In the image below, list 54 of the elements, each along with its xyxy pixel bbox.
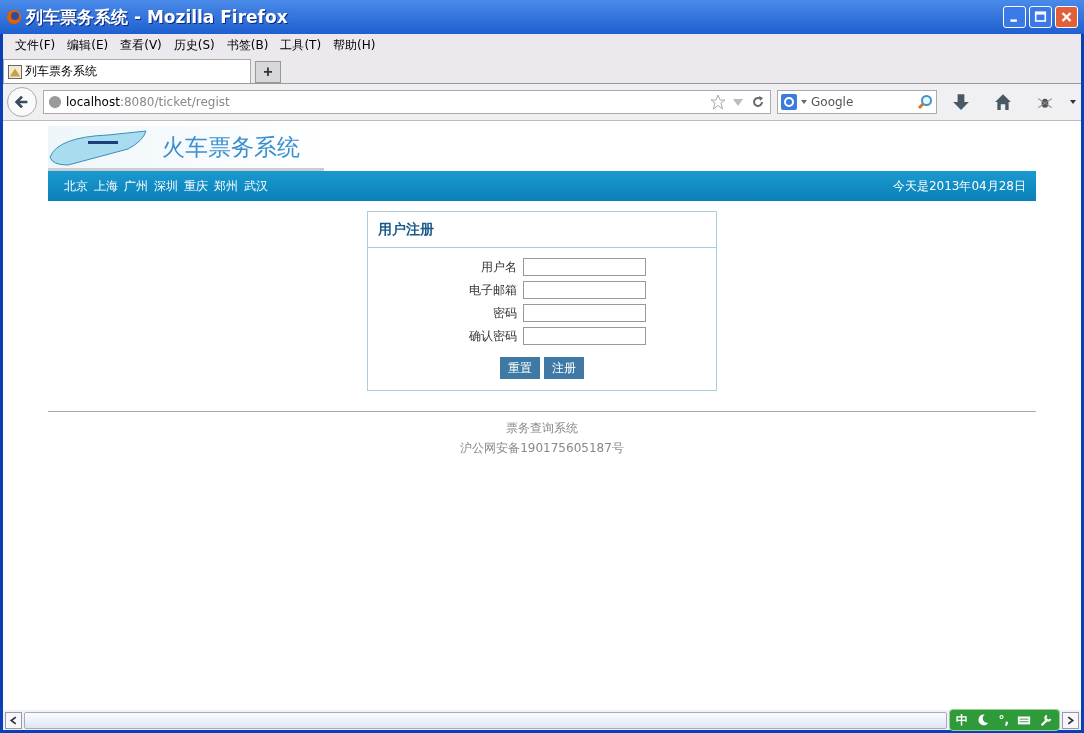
scroll-left-button[interactable]: [5, 711, 22, 729]
scroll-right-button[interactable]: [1062, 711, 1079, 729]
city-link[interactable]: 武汉: [244, 177, 268, 195]
menu-item[interactable]: 帮助(H): [327, 37, 382, 54]
ime-toolbar[interactable]: 中 °,: [949, 709, 1060, 731]
menu-item[interactable]: 文件(F): [9, 37, 62, 54]
city-link[interactable]: 郑州: [214, 177, 238, 195]
scroll-thumb[interactable]: [24, 711, 948, 729]
address-bar[interactable]: localhost:8080/ticket/regist: [43, 90, 771, 114]
back-button[interactable]: [7, 87, 37, 117]
city-link[interactable]: 北京: [64, 177, 88, 195]
horizontal-scrollbar[interactable]: 中 °,: [3, 710, 1081, 730]
input-field[interactable]: [522, 327, 646, 345]
punctuation-mode[interactable]: °,: [998, 713, 1009, 727]
ime-mode[interactable]: 中: [956, 711, 969, 729]
input-field[interactable]: [522, 258, 646, 276]
date-text: 今天是2013年04月28日: [892, 177, 1026, 195]
search-icon[interactable]: [917, 94, 933, 110]
field-label: 用户名: [479, 258, 517, 276]
footer-text: 票务查询系统: [506, 420, 578, 437]
input-field[interactable]: [522, 304, 646, 322]
field-label: 电子邮箱: [468, 281, 517, 299]
menu-item[interactable]: 工具(T): [274, 37, 328, 54]
url-text: localhost:8080/ticket/regist: [66, 95, 231, 109]
menu-item[interactable]: 编辑(E): [61, 37, 115, 54]
city-link[interactable]: 上海: [94, 177, 118, 195]
new-tab-button[interactable]: +: [255, 61, 281, 83]
footer-text: 沪公网安备190175605187号: [460, 440, 624, 457]
reload-icon[interactable]: [750, 94, 766, 110]
dropdown-icon[interactable]: [1069, 98, 1077, 106]
menu-item[interactable]: 查看(V): [114, 37, 168, 54]
city-link[interactable]: 重庆: [184, 177, 208, 195]
download-icon[interactable]: [952, 93, 970, 111]
field-label: 确认密码: [468, 327, 517, 345]
window-title: 列车票务系统 - Mozilla Firefox: [26, 5, 289, 29]
star-icon[interactable]: [710, 94, 726, 110]
right-chevron-icon[interactable]: [1066, 715, 1075, 725]
caret-icon[interactable]: [800, 98, 808, 106]
register-button[interactable]: 注册: [544, 357, 584, 379]
search-bar[interactable]: Google: [777, 90, 937, 114]
browser-tab[interactable]: 列车票务系统: [3, 59, 251, 83]
home-icon[interactable]: [994, 93, 1012, 111]
left-chevron-icon[interactable]: [9, 715, 18, 725]
city-link[interactable]: 广州: [124, 177, 148, 195]
menu-item[interactable]: 历史(S): [167, 37, 221, 54]
reset-button[interactable]: 重置: [500, 357, 540, 379]
menu-item[interactable]: 书签(B): [220, 37, 275, 54]
page-icon: [8, 64, 22, 79]
field-label: 密码: [491, 304, 517, 322]
wrench-icon[interactable]: [1039, 713, 1053, 727]
input-field[interactable]: [522, 281, 646, 299]
city-link[interactable]: 深圳: [154, 177, 178, 195]
site-title: 火车票务系统: [162, 132, 300, 162]
panel-title: 用户注册: [368, 212, 716, 248]
